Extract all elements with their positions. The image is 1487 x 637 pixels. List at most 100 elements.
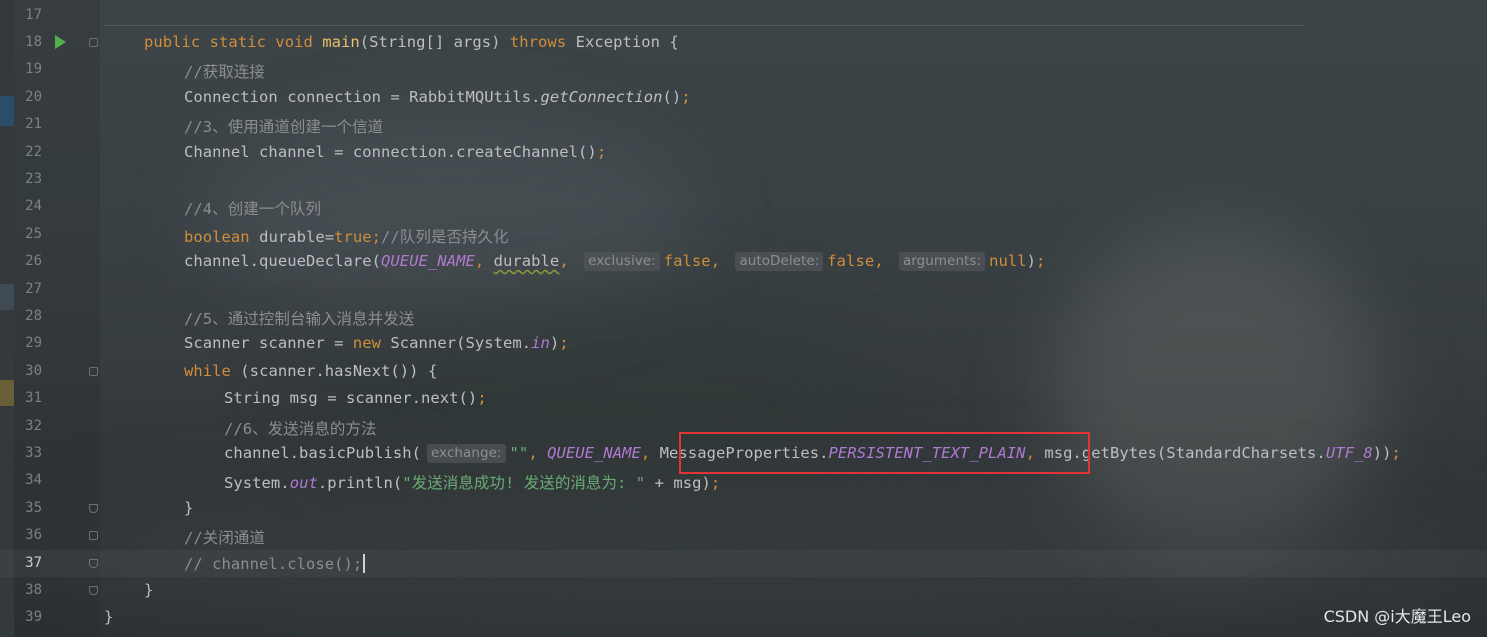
code-token: Exception { [566,32,679,51]
code-text[interactable]: Connection connection = RabbitMQUtils.ge… [184,88,691,106]
code-token: // channel.close(); [184,554,363,573]
fold-marker-icon[interactable] [89,585,98,595]
line-number[interactable]: 32 [14,418,42,434]
line-number[interactable]: 30 [14,363,42,379]
code-token: //队列是否持久化 [381,227,509,246]
code-token: } [184,498,194,517]
code-text[interactable]: } [104,608,113,626]
line-number[interactable]: 34 [14,472,42,488]
code-token: String msg = scanner.next() [224,389,478,408]
code-line[interactable]: 17 [0,2,1487,29]
line-number[interactable]: 35 [14,500,42,516]
code-token: //3、使用通道创建一个信道 [184,118,384,137]
line-number[interactable]: 23 [14,171,42,187]
code-text[interactable]: channel.queueDeclare(QUEUE_NAME, durable… [184,252,1046,272]
code-token: throws [509,32,567,51]
code-line[interactable]: 37 // channel.close(); [0,549,1487,577]
line-number[interactable]: 28 [14,308,42,324]
run-icon[interactable] [55,34,66,49]
code-token: //获取连接 [184,63,265,82]
line-number[interactable]: 27 [14,281,42,297]
code-line[interactable]: 28 //5、通过控制台输入消息并发送 [0,303,1487,330]
code-text[interactable]: System.out.println("发送消息成功! 发送的消息为: " + … [224,471,720,493]
code-line[interactable]: 22 Channel channel = connection.createCha… [0,139,1487,166]
code-editor[interactable]: 17 18 public static void main(String[] arg… [0,0,1487,637]
code-line[interactable]: 36 //关闭通道 [0,522,1487,549]
code-token: false [827,252,875,271]
code-line[interactable]: 25 boolean durable=true;//队列是否持久化 [0,221,1487,248]
code-line[interactable]: 30 while (scanner.hasNext()) { [0,358,1487,385]
code-line[interactable]: 31 String msg = scanner.next(); [0,385,1487,412]
code-text[interactable]: boolean durable=true;//队列是否持久化 [184,225,509,247]
code-text[interactable]: String msg = scanner.next(); [224,389,487,407]
code-token: //4、创建一个队列 [184,200,321,219]
code-token: true [334,227,372,246]
fold-marker-icon[interactable] [89,531,98,541]
code-token: //关闭通道 [184,529,265,548]
code-line[interactable]: 21 //3、使用通道创建一个信道 [0,111,1487,138]
code-token: ; [1036,252,1046,271]
line-number[interactable]: 24 [14,198,42,214]
code-line[interactable]: 26 channel.queueDeclare(QUEUE_NAME, durab… [0,248,1487,275]
code-line[interactable]: 29 Scanner scanner = new Scanner(System.i… [0,330,1487,357]
code-text[interactable]: //6、发送消息的方法 [224,417,377,439]
code-token: , [559,252,579,271]
code-token: (String[] args) [359,32,510,51]
code-text[interactable]: //关闭通道 [184,526,265,548]
code-text[interactable]: Channel channel = connection.createChann… [184,143,606,161]
line-number[interactable]: 26 [14,253,42,269]
fold-marker-icon[interactable] [89,37,98,47]
code-text[interactable]: //3、使用通道创建一个信道 [184,115,383,137]
code-text[interactable]: public static void main(String[] args) t… [144,33,679,51]
code-token: ) [1026,252,1037,271]
code-text[interactable]: //获取连接 [184,60,265,82]
code-line[interactable]: 39} [0,604,1487,631]
code-line[interactable]: 18 public static void main(String[] args)… [0,29,1487,56]
line-number[interactable]: 20 [14,89,42,105]
line-number[interactable]: 37 [14,555,42,571]
line-number[interactable]: 33 [14,445,42,461]
code-text[interactable]: } [184,499,193,517]
code-text[interactable]: //4、创建一个队列 [184,197,321,219]
code-token: ; [710,474,721,493]
code-token: + msg) [645,474,711,493]
code-token: "发送消息成功! 发送的消息为: " [402,474,646,493]
code-token: Connection connection = RabbitMQUtils. [184,87,541,106]
line-number[interactable]: 29 [14,335,42,351]
fold-marker-icon[interactable] [89,366,98,376]
code-token: ; [681,87,691,106]
code-line[interactable]: 35} [0,495,1487,522]
code-token: ; [596,142,607,161]
line-number[interactable]: 36 [14,527,42,543]
fold-marker-icon[interactable] [89,503,98,513]
line-number[interactable]: 31 [14,390,42,406]
code-token: channel.basicPublish( [224,443,422,462]
line-number[interactable]: 18 [14,34,42,50]
code-token: } [144,580,154,599]
code-line[interactable]: 23 [0,166,1487,193]
code-line[interactable]: 24 //4、创建一个队列 [0,193,1487,220]
code-text[interactable]: Scanner scanner = new Scanner(System.in)… [184,334,569,352]
code-token: , [474,252,494,271]
code-line[interactable]: 38} [0,577,1487,604]
code-token: //6、发送消息的方法 [224,419,377,438]
line-number[interactable]: 25 [14,226,42,242]
text-caret [363,553,366,573]
code-line[interactable]: 20 Connection connection = RabbitMQUtils.… [0,84,1487,111]
line-number[interactable]: 22 [14,144,42,160]
line-number[interactable]: 19 [14,61,42,77]
code-token: in [531,334,550,353]
fold-marker-icon[interactable] [89,558,98,568]
code-line[interactable]: 27 [0,276,1487,303]
line-number[interactable]: 21 [14,116,42,132]
line-number[interactable]: 38 [14,582,42,598]
code-line[interactable]: 19 //获取连接 [0,56,1487,83]
line-number[interactable]: 17 [14,7,42,23]
line-number[interactable]: 39 [14,609,42,625]
code-text[interactable]: } [144,581,153,599]
code-token: false [663,252,711,271]
code-text[interactable]: // channel.close(); [184,553,366,573]
code-token: Channel channel = connection.createChann… [184,142,597,161]
code-text[interactable]: while (scanner.hasNext()) { [184,362,437,380]
code-text[interactable]: //5、通过控制台输入消息并发送 [184,307,414,329]
